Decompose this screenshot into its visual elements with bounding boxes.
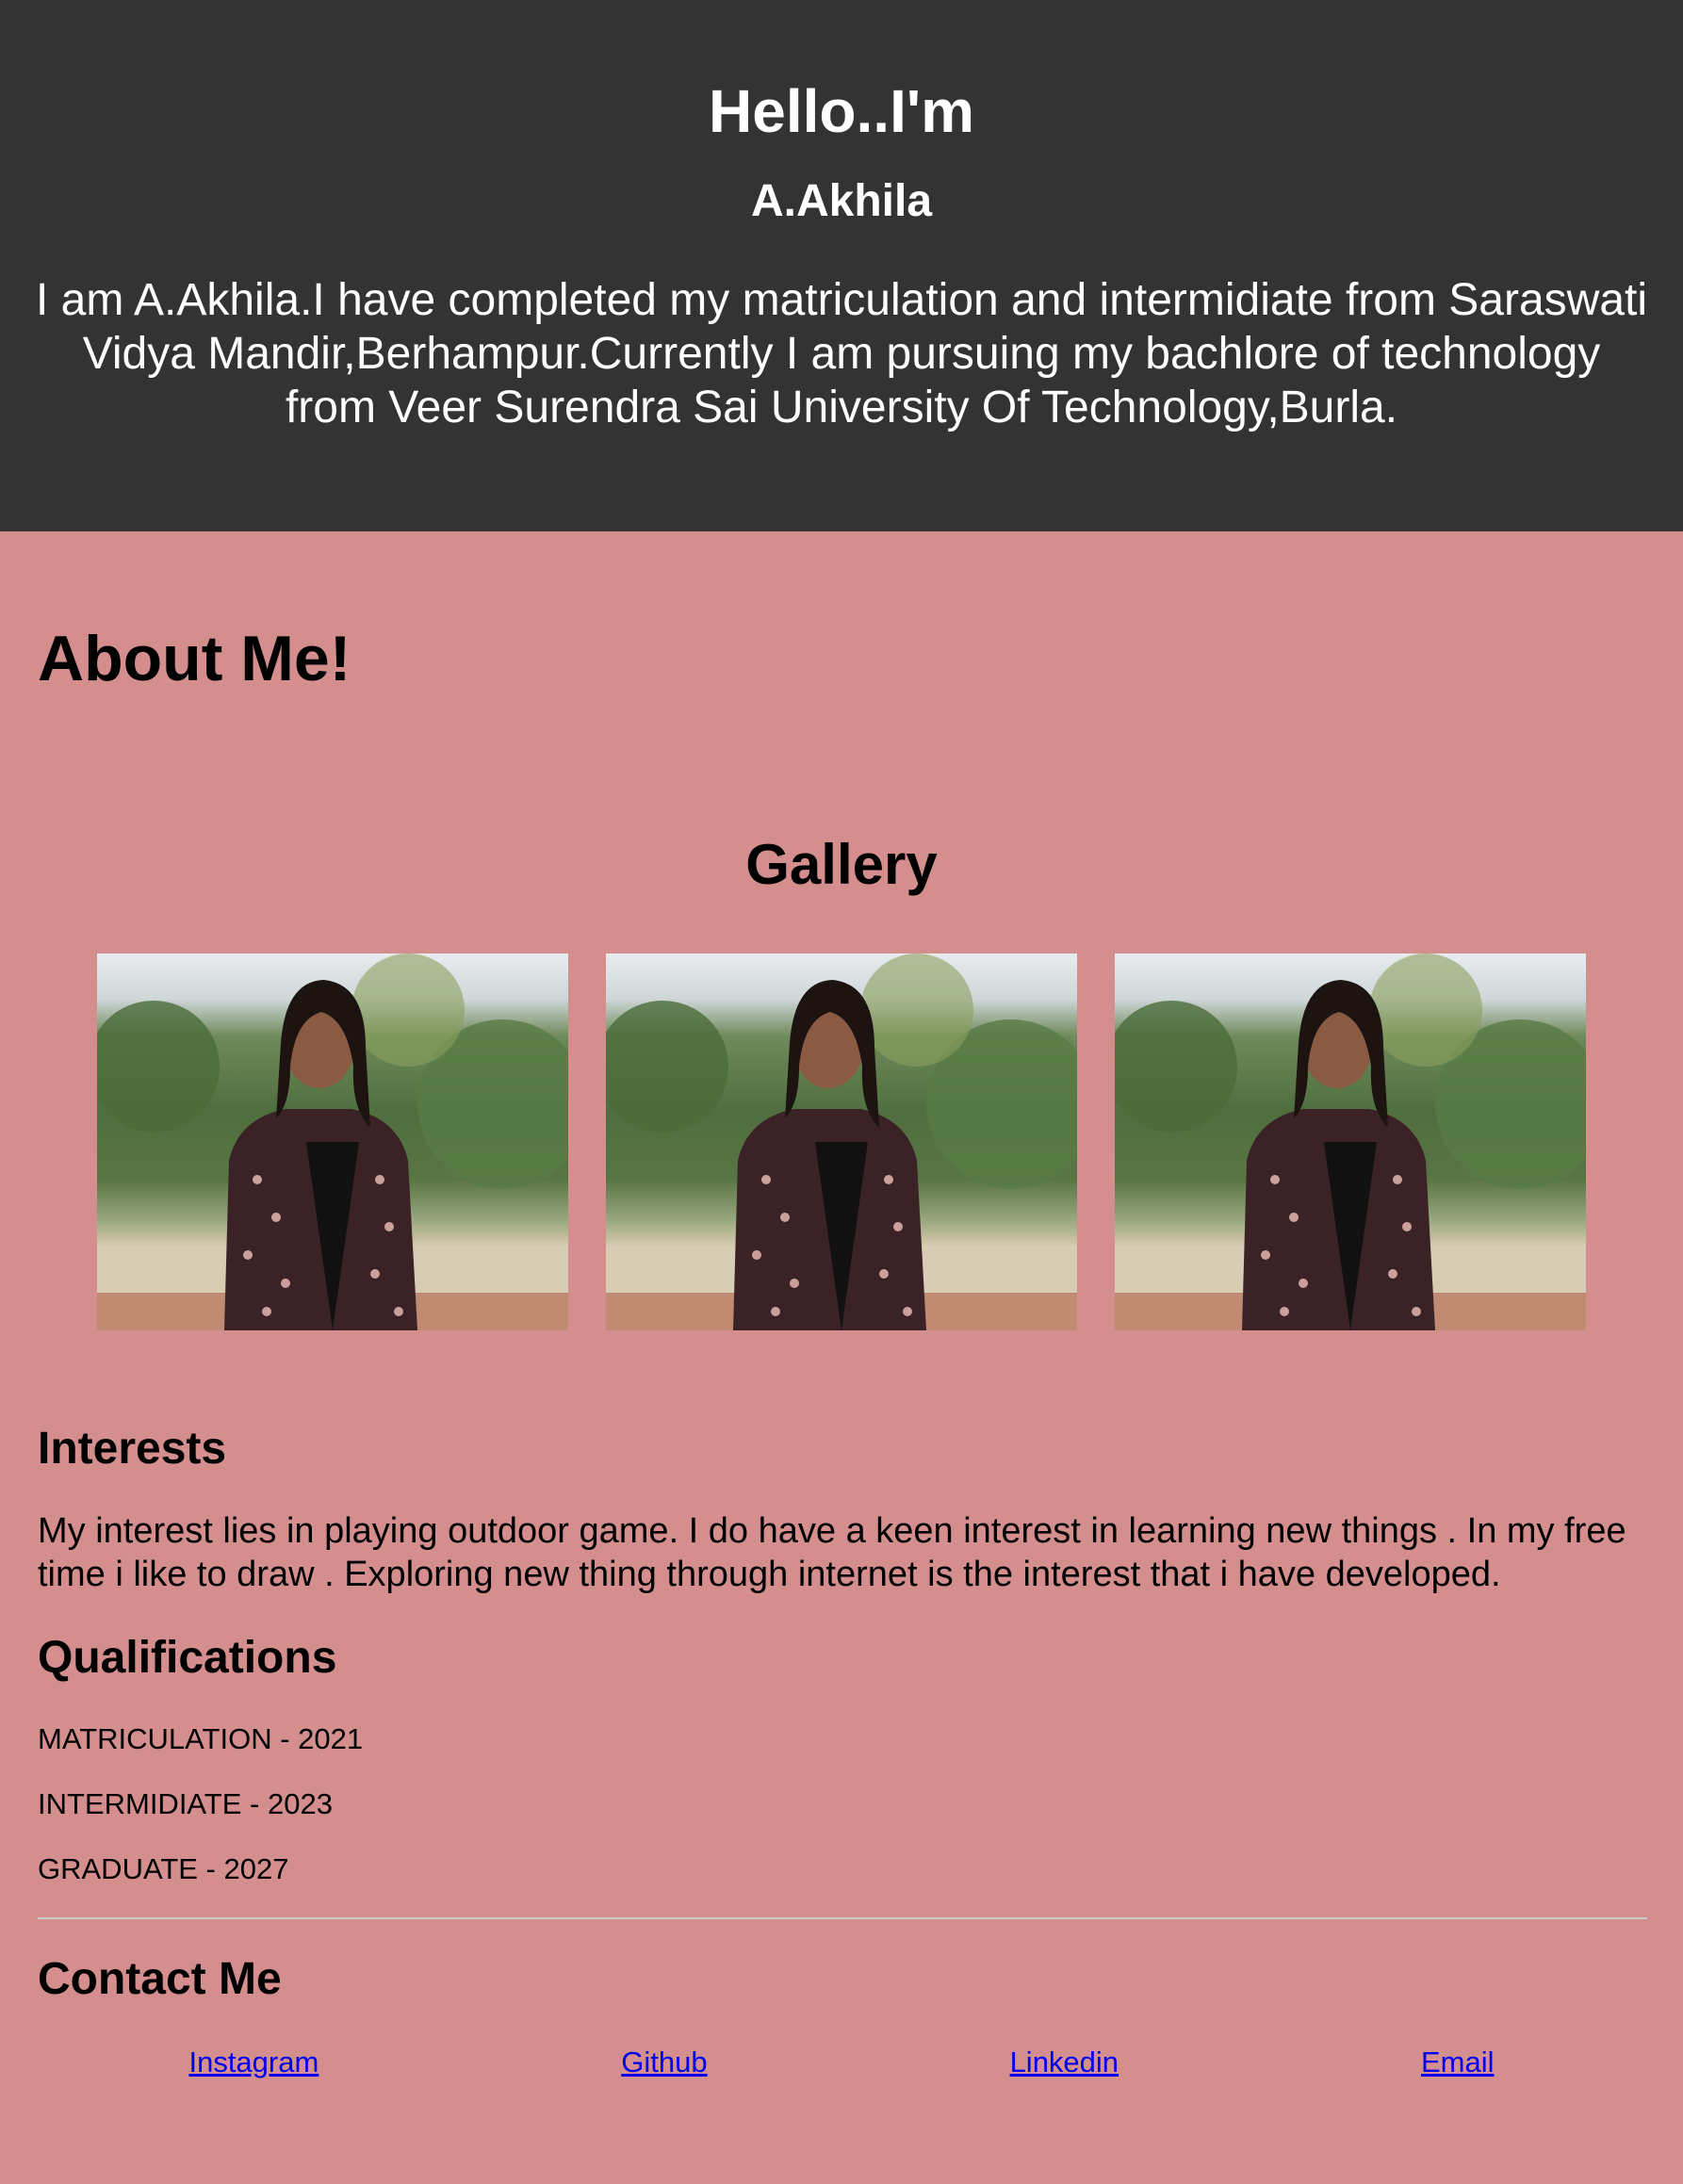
person-photo-icon: [1115, 953, 1586, 1330]
qualification-item: GRADUATE - 2027: [38, 1852, 289, 1885]
gallery-photo: [606, 953, 1077, 1330]
about-title: About Me!: [38, 623, 351, 694]
hero-bio-line: I am A.Akhila.I have completed my matric…: [35, 275, 1648, 325]
linkedin-link[interactable]: Linkedin: [1010, 2045, 1119, 2079]
qualification-item: INTERMIDIATE - 2023: [38, 1787, 333, 1820]
interests-title: Interests: [38, 1424, 227, 1474]
hero-greeting: Hello..I'm: [709, 77, 974, 145]
person-photo-icon: [606, 953, 1077, 1330]
instagram-link[interactable]: Instagram: [188, 2045, 319, 2079]
hero-bio-line: Vidya Mandir,Berhampur.Currently I am pu…: [82, 329, 1601, 379]
section-divider: [38, 1917, 1647, 1919]
gallery-photo: [97, 953, 568, 1330]
gallery-row: [38, 953, 1645, 1330]
contact-links: Instagram Github Linkedin Email: [38, 2045, 1645, 2079]
gallery-photo: [1115, 953, 1586, 1330]
gallery-title: Gallery: [745, 833, 938, 896]
email-link[interactable]: Email: [1421, 2045, 1495, 2079]
hero-bio-line: from Veer Surendra Sai University Of Tec…: [285, 383, 1398, 432]
qualification-item: MATRICULATION - 2021: [38, 1722, 364, 1755]
github-link[interactable]: Github: [621, 2045, 707, 2079]
interests-text: My interest lies in playing outdoor game…: [38, 1511, 1626, 1594]
hero-bio: I am A.Akhila.I have completed my matric…: [0, 273, 1683, 434]
person-photo-icon: [97, 953, 568, 1330]
hero-name: A.Akhila: [750, 176, 933, 226]
main-content: About Me! Gallery Interests My interest …: [0, 531, 1683, 2079]
hero-section: Hello..I'm A.Akhila I am A.Akhila.I have…: [0, 0, 1683, 531]
qualifications-list: MATRICULATION - 2021 INTERMIDIATE - 2023…: [38, 1722, 1645, 1886]
contact-title: Contact Me: [38, 1954, 282, 2004]
qualifications-title: Qualifications: [38, 1633, 337, 1683]
